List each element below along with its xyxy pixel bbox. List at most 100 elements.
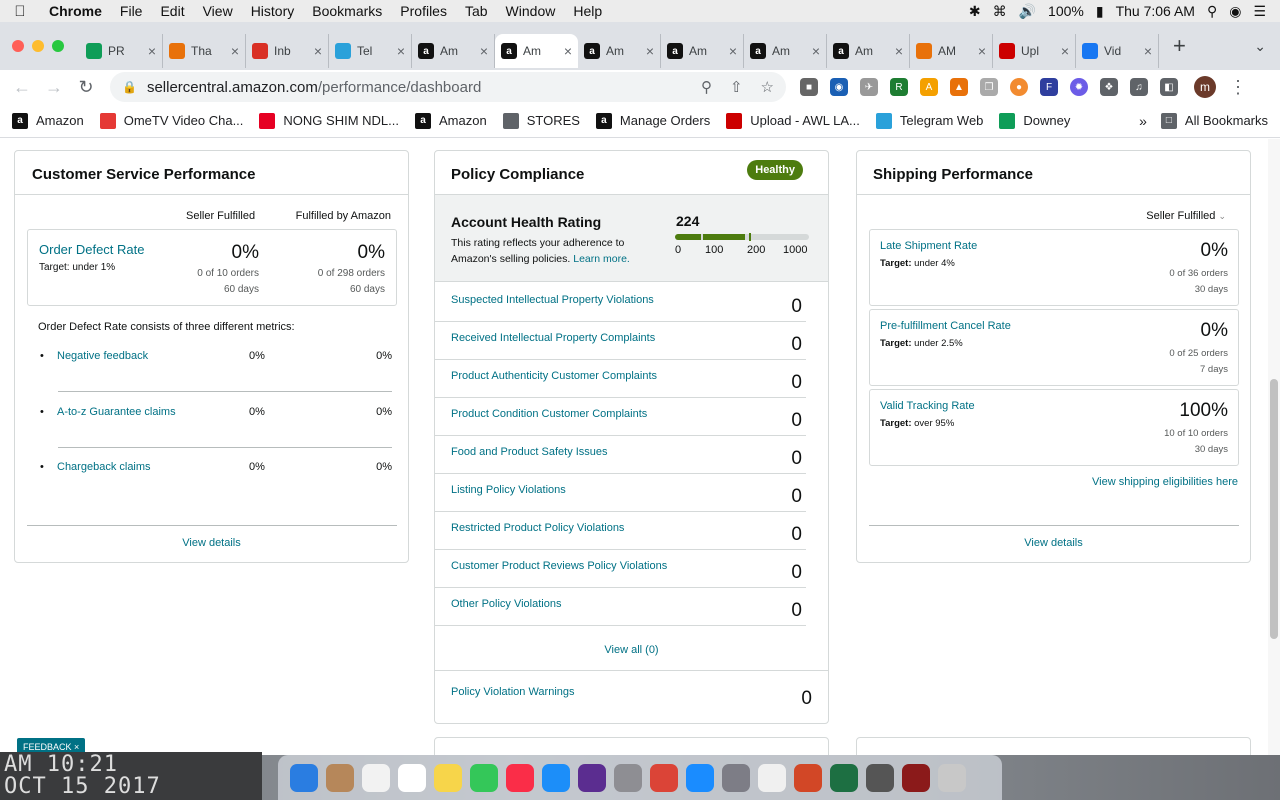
close-tab-icon[interactable]: ×	[148, 43, 156, 59]
side-panel-icon[interactable]: ◧	[1160, 78, 1178, 96]
bookmark-item[interactable]: Downey	[999, 112, 1070, 129]
battery-icon[interactable]: ▮	[1096, 3, 1104, 20]
close-tab-icon[interactable]: ×	[812, 43, 820, 59]
extension-off-badge-icon[interactable]: ▲	[950, 78, 968, 96]
policy-violation-link[interactable]: Received Intellectual Property Complaint…	[451, 332, 655, 344]
address-bar[interactable]: 🔒 sellercentral.amazon.com/performance/d…	[110, 72, 786, 102]
shipping-metric-link[interactable]: Late Shipment Rate	[880, 240, 977, 252]
menu-edit[interactable]: Edit	[151, 3, 193, 19]
safari-icon[interactable]	[686, 763, 714, 792]
shipping-view-details-link[interactable]: View details	[857, 537, 1250, 549]
close-tab-icon[interactable]: ×	[314, 43, 322, 59]
browser-tab[interactable]: a Am ×	[744, 34, 827, 68]
contacts-icon[interactable]	[326, 763, 354, 792]
forward-arrow-icon[interactable]: →	[38, 77, 70, 98]
bookmark-item[interactable]: a Amazon	[12, 112, 84, 129]
spotlight-search-icon[interactable]: ⚲	[1207, 3, 1217, 20]
close-tab-icon[interactable]: ×	[397, 43, 405, 59]
trash-icon[interactable]	[938, 763, 966, 792]
policy-violation-link[interactable]: Other Policy Violations	[451, 598, 561, 610]
chargeback-claims-link[interactable]: Chargeback claims	[57, 461, 151, 473]
bluetooth-icon[interactable]: ✱	[969, 3, 981, 20]
atoz-claims-link[interactable]: A-to-z Guarantee claims	[57, 406, 176, 418]
menu-help[interactable]: Help	[564, 3, 611, 19]
policy-violation-link[interactable]: Product Condition Customer Complaints	[451, 408, 647, 420]
tab-search-chevron-icon[interactable]: ⌄	[1254, 38, 1266, 55]
share-icon[interactable]: ⇧	[730, 78, 743, 96]
control-center-icon[interactable]: ☰	[1253, 3, 1266, 20]
minimize-window-button[interactable]	[32, 40, 44, 52]
policy-violation-link[interactable]: Food and Product Safety Issues	[451, 446, 608, 458]
extensions-puzzle-icon[interactable]: ❖	[1100, 78, 1118, 96]
menu-app-name[interactable]: Chrome	[40, 3, 111, 19]
menu-tab[interactable]: Tab	[456, 3, 497, 19]
profile-avatar[interactable]: m	[1194, 76, 1216, 98]
negative-feedback-link[interactable]: Negative feedback	[57, 350, 148, 362]
browser-tab[interactable]: a Am ×	[578, 34, 661, 68]
close-icon[interactable]: ×	[74, 742, 79, 752]
shipping-eligibilities-link[interactable]: View shipping eligibilities here	[1092, 476, 1238, 488]
media-control-icon[interactable]: ♫	[1130, 78, 1148, 96]
facetime-icon[interactable]	[470, 763, 498, 792]
photos-icon[interactable]	[758, 763, 786, 792]
close-window-button[interactable]	[12, 40, 24, 52]
menu-clock[interactable]: Thu 7:06 AM	[1116, 3, 1195, 19]
browser-tab[interactable]: Tha ×	[163, 34, 246, 68]
launchpad-icon[interactable]	[722, 763, 750, 792]
policy-violation-link[interactable]: Restricted Product Policy Violations	[451, 522, 624, 534]
menu-profiles[interactable]: Profiles	[391, 3, 456, 19]
shipping-filter-dropdown[interactable]: Seller Fulfilled ⌄	[1146, 210, 1226, 222]
excel-icon[interactable]	[830, 763, 858, 792]
reload-icon[interactable]: ↻	[70, 77, 102, 98]
scrollbar-thumb[interactable]	[1270, 379, 1278, 639]
extension-f-icon[interactable]: F	[1040, 78, 1058, 96]
back-arrow-icon[interactable]: ←	[6, 77, 38, 98]
menu-bookmarks[interactable]: Bookmarks	[303, 3, 391, 19]
browser-tab[interactable]: a Am ×	[412, 34, 495, 68]
settings-icon[interactable]	[614, 763, 642, 792]
calendar-icon[interactable]	[398, 763, 426, 792]
chrome-menu-icon[interactable]: ⋮	[1222, 77, 1254, 98]
close-tab-icon[interactable]: ×	[978, 43, 986, 59]
bookmark-item[interactable]: STORES	[502, 112, 580, 129]
menu-view[interactable]: View	[194, 3, 242, 19]
battery-percent[interactable]: 100%	[1048, 3, 1084, 19]
wifi-icon[interactable]: ⌘	[993, 3, 1007, 20]
new-tab-button[interactable]: +	[1173, 33, 1186, 59]
close-tab-icon[interactable]: ×	[231, 43, 239, 59]
close-tab-icon[interactable]: ×	[729, 43, 737, 59]
close-tab-icon[interactable]: ×	[480, 43, 488, 59]
extension-gear-icon[interactable]: ✹	[1070, 78, 1088, 96]
game-icon[interactable]	[902, 763, 930, 792]
zoom-icon[interactable]: ⚲	[701, 78, 712, 96]
bookmark-item[interactable]: NONG SHIM NDL...	[259, 112, 399, 129]
shipping-metric-link[interactable]: Pre-fulfillment Cancel Rate	[880, 320, 1011, 332]
extension-copy-icon[interactable]: ❐	[980, 78, 998, 96]
policy-violation-link[interactable]: Listing Policy Violations	[451, 484, 566, 496]
browser-tab[interactable]: PR ×	[80, 34, 163, 68]
browser-tab[interactable]: Inb ×	[246, 34, 329, 68]
menu-file[interactable]: File	[111, 3, 152, 19]
bookmarks-overflow-icon[interactable]: »	[1139, 113, 1147, 129]
bookmark-item[interactable]: Telegram Web	[875, 112, 983, 129]
browser-tab[interactable]: a Am ×	[661, 34, 744, 68]
extension-off-icon[interactable]: ■	[800, 78, 818, 96]
browser-tab[interactable]: Tel ×	[329, 34, 412, 68]
extension-circle-icon[interactable]: ●	[1010, 78, 1028, 96]
policy-violation-link[interactable]: Product Authenticity Customer Complaints	[451, 370, 657, 382]
music-icon[interactable]	[506, 763, 534, 792]
close-tab-icon[interactable]: ×	[646, 43, 654, 59]
bookmark-item[interactable]: Upload - AWL LA...	[726, 112, 860, 129]
browser-tab[interactable]: a Am ×	[495, 34, 578, 68]
finder-icon[interactable]	[290, 763, 318, 792]
siri-menubar-icon[interactable]: ◉	[1229, 3, 1241, 20]
close-tab-icon[interactable]: ×	[1061, 43, 1069, 59]
notes-icon[interactable]	[434, 763, 462, 792]
browser-tab[interactable]: a Am ×	[827, 34, 910, 68]
extension-rs-icon[interactable]: R	[890, 78, 908, 96]
volume-icon[interactable]: 🔊	[1019, 3, 1036, 20]
chrome-icon[interactable]	[650, 763, 678, 792]
order-defect-rate-link[interactable]: Order Defect Rate	[39, 242, 145, 257]
close-tab-icon[interactable]: ×	[895, 43, 903, 59]
browser-tab[interactable]: Vid ×	[1076, 34, 1159, 68]
